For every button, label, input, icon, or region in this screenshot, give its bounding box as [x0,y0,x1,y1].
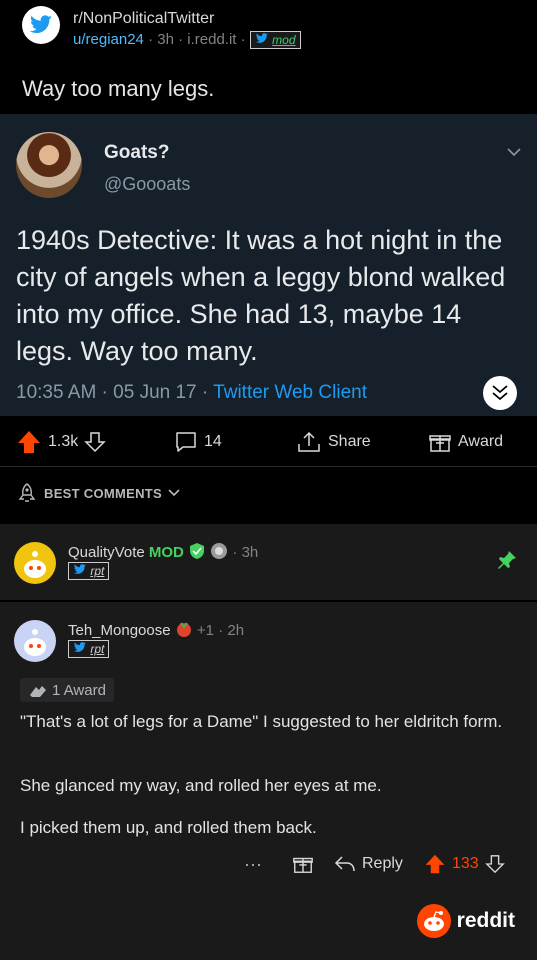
comment-paragraph: I picked them up, and rolled them back. [20,818,317,837]
upvote-icon[interactable] [16,430,42,454]
reply-button[interactable]: Reply [334,842,403,886]
comment-author[interactable]: Teh_Mongoose [68,622,171,639]
twitter-bird-icon [73,642,87,652]
comment[interactable]: Teh_Mongoose +1 · 2h rpt 1 Award "That's… [0,602,537,888]
comments-button[interactable]: 14 [174,420,222,464]
share-icon [298,431,320,452]
post-meta: u/regian24 · 3h · i.redd.it · mod [73,31,301,50]
post-author[interactable]: u/regian24 [73,31,144,48]
tweet-meta: 10:35 AM · 05 Jun 17 · Twitter Web Clien… [16,382,367,404]
comment-actions: ··· Reply 133 [0,842,537,882]
user-flair: rpt [68,562,110,580]
comment-header: Teh_Mongoose +1 · 2h [68,620,244,639]
rocket-icon [18,483,36,502]
post-title[interactable]: Way too many legs. [22,76,214,102]
divider [0,466,537,467]
post-action-bar: 1.3k 14 Share Award [0,420,537,464]
give-award-button[interactable] [292,842,320,886]
hand-award-icon [30,686,46,697]
gift-icon [429,435,451,452]
comment-pinned[interactable]: QualityVote MOD · 3h rpt [0,524,537,600]
award-icon [175,622,193,639]
award-button[interactable]: Award [428,420,503,464]
pin-icon [497,550,517,575]
twitter-bird-icon [255,33,268,43]
comment-score: 133 [452,855,479,872]
share-button[interactable]: Share [296,420,371,464]
comment-age: +1 · 2h [196,622,245,639]
vote-control: 1.3k [16,420,112,464]
avatar[interactable] [14,542,56,584]
tweet-timestamp: 10:35 AM · 05 Jun 17 · [16,382,214,403]
more-options-button[interactable]: ··· [244,842,262,886]
upvote-icon[interactable] [424,853,446,875]
tweet-handle: @Goooats [104,174,191,194]
chevron-down-icon [168,489,180,497]
subreddit-name[interactable]: r/NonPoliticalTwitter [73,10,214,28]
reddit-logo: reddit [416,904,515,938]
comment-paragraph: "That's a lot of legs for a Dame" I sugg… [20,712,503,731]
comment-author[interactable]: QualityVote [68,544,145,561]
post-age: 3h [157,31,174,48]
user-flair: mod [249,31,301,50]
avatar[interactable] [14,620,56,662]
comment-age: · 3h [232,544,259,561]
comment-header: QualityVote MOD · 3h [68,542,258,561]
award-pill[interactable]: 1 Award [20,678,114,702]
award-icon [210,543,228,561]
comment-icon [176,432,196,452]
comment-vote-control: 133 [424,842,511,886]
expand-icon [483,376,517,410]
post-domain[interactable]: i.redd.it [187,31,236,48]
tweet-avatar [16,132,82,198]
tweet-text: 1940s Detective: It was a hot night in t… [16,225,506,366]
comment-sort[interactable]: BEST COMMENTS [16,482,180,504]
tweet-client: Twitter Web Client [213,382,367,403]
tweet-image[interactable]: Goats? @Goooats 1940s Detective: It was … [0,114,537,416]
mod-badge: MOD [148,544,184,561]
twitter-bird-icon [29,15,52,34]
chevron-down-icon [507,144,521,160]
shield-icon [188,543,206,561]
reply-icon [334,856,355,872]
twitter-bird-icon [73,564,87,574]
downvote-icon[interactable] [84,431,107,453]
user-flair: rpt [68,640,110,658]
tweet-display-name: Goats? [104,142,170,163]
post-score: 1.3k [48,433,79,450]
comment-paragraph: She glanced my way, and rolled her eyes … [20,776,382,795]
reddit-snoo-icon [416,904,451,938]
gift-icon [293,857,313,873]
downvote-icon[interactable] [484,854,505,874]
subreddit-icon[interactable] [22,6,60,44]
